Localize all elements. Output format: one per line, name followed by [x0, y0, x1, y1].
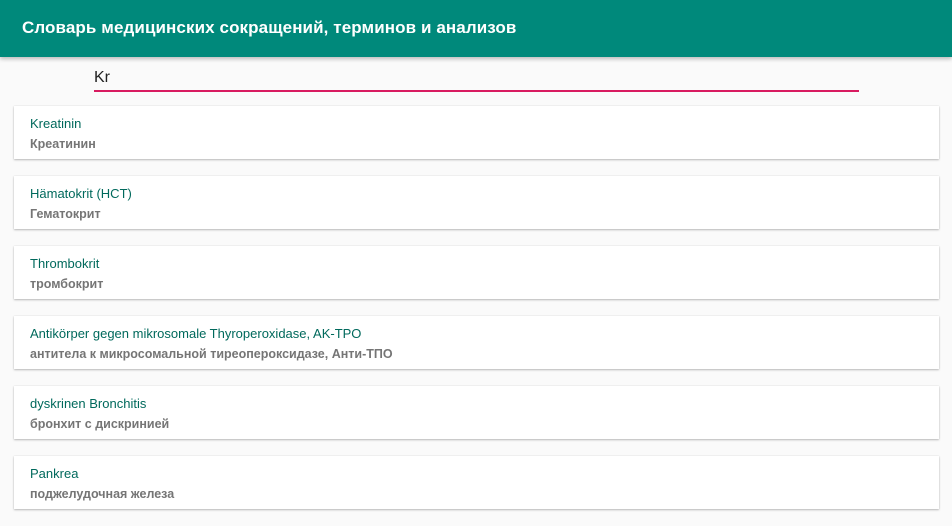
list-item[interactable]: Thrombokrit тромбокрит: [14, 246, 939, 299]
results-list: Kreatinin Креатинин Hämatokrit (HCT) Гем…: [14, 106, 939, 526]
translation-label: Гематокрит: [30, 207, 101, 221]
term-label: Hämatokrit (HCT): [30, 186, 132, 201]
list-item[interactable]: Hämatokrit (HCT) Гематокрит: [14, 176, 939, 229]
term-label: dyskrinen Bronchitis: [30, 396, 147, 411]
term-label: Kreatinin: [30, 116, 82, 131]
term-label: Thrombokrit: [30, 256, 100, 271]
list-item[interactable]: Antikörper gegen mikrosomale Thyroperoxi…: [14, 316, 939, 369]
list-item[interactable]: Kreatinin Креатинин: [14, 106, 939, 159]
term-label: Antikörper gegen mikrosomale Thyroperoxi…: [30, 326, 362, 341]
translation-label: тромбокрит: [30, 277, 104, 291]
search-field[interactable]: [94, 64, 859, 92]
list-item[interactable]: Pankrea поджелудочная железа: [14, 456, 939, 509]
translation-label: Креатинин: [30, 137, 96, 151]
translation-label: антитела к микросомальной тиреопероксида…: [30, 347, 393, 361]
app-bar: Словарь медицинских сокращений, терминов…: [0, 0, 952, 57]
term-label: Pankrea: [30, 466, 79, 481]
list-item[interactable]: dyskrinen Bronchitis бронхит с дискриние…: [14, 386, 939, 439]
translation-label: бронхит с дискринией: [30, 417, 170, 431]
translation-label: поджелудочная железа: [30, 487, 175, 501]
search-input[interactable]: [94, 67, 859, 89]
app-title: Словарь медицинских сокращений, терминов…: [22, 18, 517, 37]
